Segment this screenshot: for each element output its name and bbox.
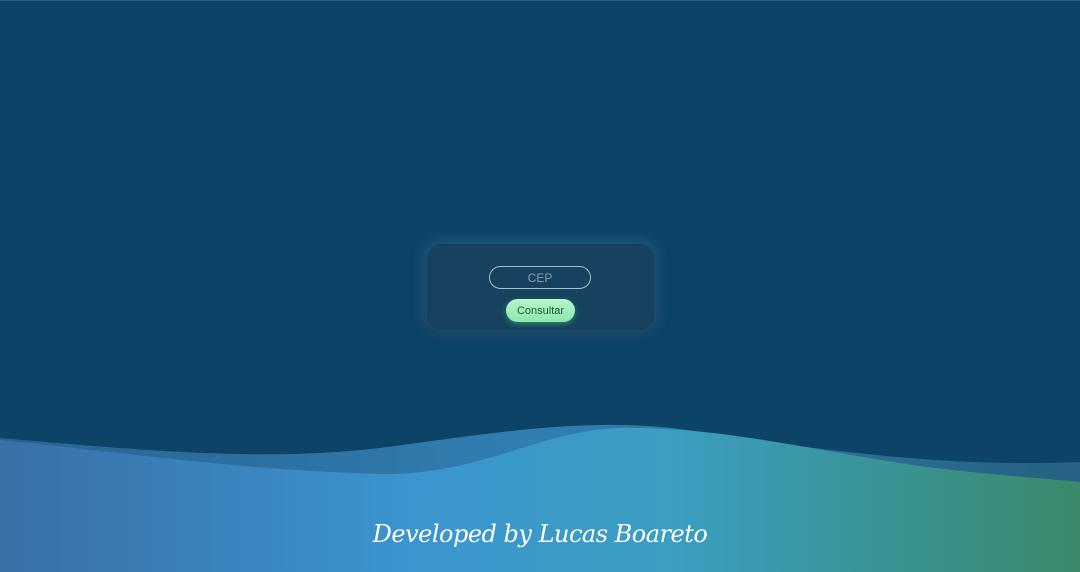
cep-input[interactable] [489, 266, 591, 289]
wave-front [0, 427, 1080, 572]
cep-lookup-card: Consultar [427, 244, 654, 330]
page-root: Consultar Developed by Lucas Boareto [0, 0, 1080, 572]
consult-button[interactable]: Consultar [506, 299, 575, 322]
developer-credit: Developed by Lucas Boareto [372, 520, 708, 548]
